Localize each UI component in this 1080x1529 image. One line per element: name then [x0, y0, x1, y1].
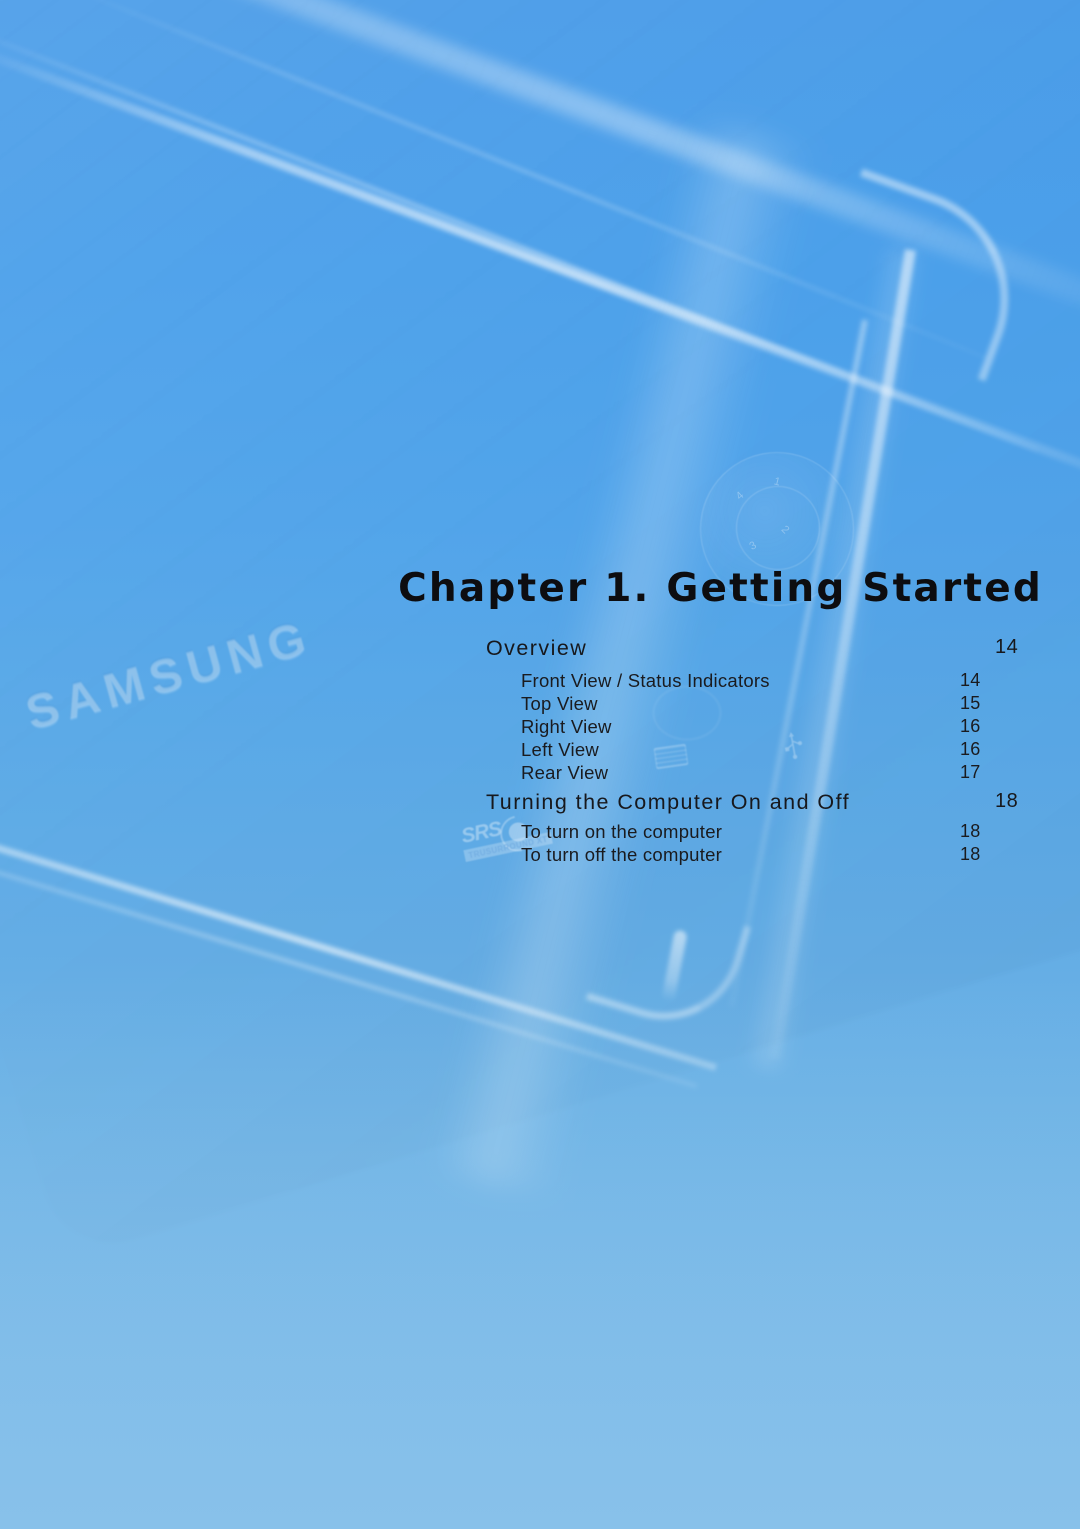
- toc-sub-row[interactable]: Front View / Status Indicators 14: [486, 670, 1043, 693]
- toc-entry-page-number: 14: [995, 636, 1019, 658]
- toc-entry-page-number: 15: [960, 693, 981, 713]
- toc-entry-page-number: 16: [960, 739, 981, 759]
- toc-sub-row[interactable]: Top View 15: [486, 693, 1043, 716]
- toc-entry-page-number: 18: [960, 844, 981, 864]
- toc-section-row[interactable]: Overview 14: [486, 636, 1043, 667]
- toc-entry-label: To turn off the computer: [521, 844, 723, 865]
- toc-entry-label: Left View: [521, 739, 600, 760]
- toc-sub-row[interactable]: Right View 16: [486, 716, 1043, 739]
- page-content: Chapter 1. Getting Started Overview 14 Fro…: [0, 0, 1080, 1529]
- toc-entry-label: Overview: [486, 636, 588, 660]
- toc-entry-page-number: 16: [960, 716, 981, 736]
- page-title: Chapter 1. Getting Started: [398, 566, 1043, 611]
- toc-sub-row[interactable]: To turn on the computer 18: [486, 821, 1043, 844]
- toc-sub-row[interactable]: To turn off the computer 18: [486, 844, 1043, 867]
- toc-section-row[interactable]: Turning the Computer On and Off 18: [486, 790, 1043, 821]
- toc-entry-label: Front View / Status Indicators: [521, 670, 770, 691]
- table-of-contents: Overview 14 Front View / Status Indicators…: [486, 636, 1043, 867]
- toc-entry-page-number: 14: [960, 670, 981, 690]
- toc-entry-page-number: 18: [995, 790, 1019, 812]
- toc-sub-row[interactable]: Left View 16: [486, 739, 1043, 762]
- toc-entry-label: Turning the Computer On and Off: [486, 790, 851, 814]
- toc-entry-label: Right View: [521, 716, 612, 737]
- toc-entry-label: To turn on the computer: [521, 821, 723, 842]
- toc-sub-row[interactable]: Rear View 17: [486, 762, 1043, 785]
- toc-entry-page-number: 17: [960, 762, 981, 782]
- chapter-divider-page: 1 2 3 4 SAMSUNG SRS TRUSURROUND XT Chapt…: [0, 0, 1080, 1529]
- toc-entry-label: Rear View: [521, 762, 609, 783]
- toc-entry-label: Top View: [521, 693, 598, 714]
- toc-entry-page-number: 18: [960, 821, 981, 841]
